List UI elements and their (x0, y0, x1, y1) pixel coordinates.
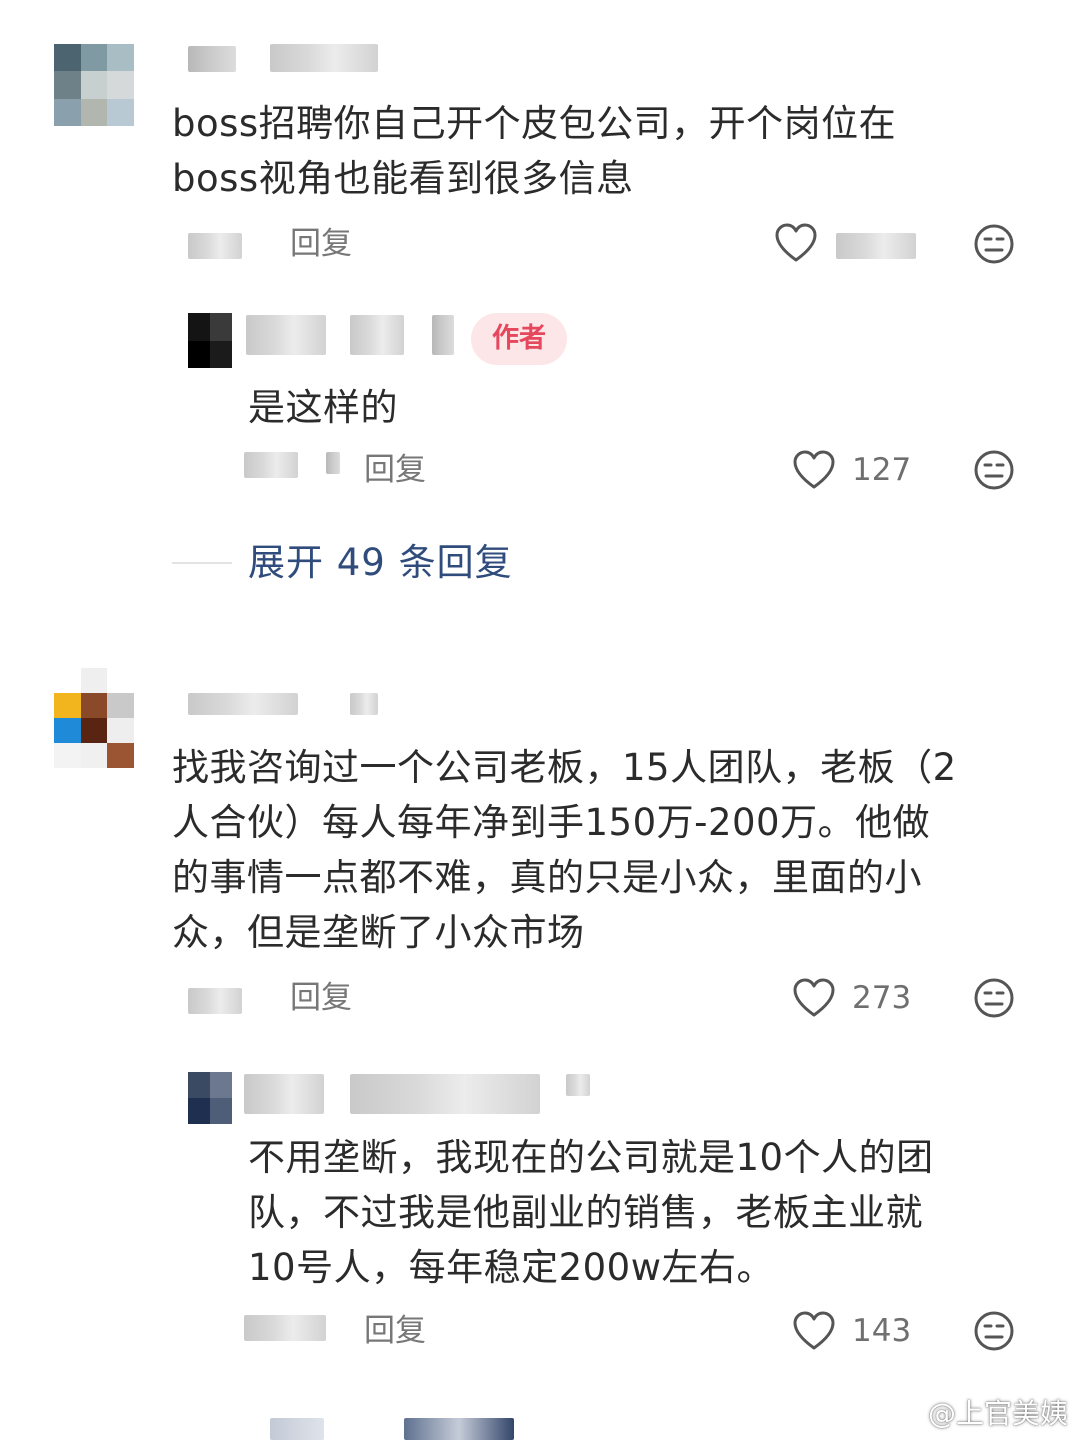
comment-text: 找我咨询过一个公司老板，15人团队，老板（2 人合伙）每人每年净到手150万-2… (172, 746, 957, 954)
avatar-blurred[interactable] (270, 1418, 324, 1440)
username-blurred[interactable] (188, 46, 236, 72)
like-button[interactable] (774, 222, 818, 264)
dislike-button[interactable] (972, 222, 1016, 266)
neutral-face-icon (974, 224, 1014, 264)
neutral-face-icon (974, 450, 1014, 490)
timestamp-blurred (188, 233, 242, 259)
reply-button[interactable]: 回复 (364, 450, 426, 490)
like-count: 273 (852, 980, 912, 1016)
like-button[interactable] (792, 1310, 836, 1352)
username-blurred[interactable] (404, 1418, 514, 1440)
timestamp-blurred (244, 1315, 326, 1341)
username-blurred[interactable] (350, 315, 404, 355)
heart-outline-icon (793, 978, 835, 1017)
avatar[interactable] (188, 313, 232, 368)
like-count: 143 (852, 1313, 912, 1349)
like-count-blurred (836, 233, 916, 259)
heart-outline-icon (793, 450, 835, 489)
heart-outline-icon (793, 1311, 835, 1350)
weibo-logo-icon (894, 1403, 924, 1427)
dislike-button[interactable] (972, 1309, 1016, 1353)
neutral-face-icon (974, 978, 1014, 1018)
username-blurred[interactable] (188, 693, 298, 715)
username-blurred[interactable] (350, 1074, 540, 1114)
like-button[interactable] (792, 449, 836, 491)
reply-button[interactable]: 回复 (290, 224, 352, 264)
avatar[interactable] (54, 44, 134, 126)
like-button[interactable] (792, 977, 836, 1019)
username-blurred[interactable] (566, 1074, 590, 1096)
avatar[interactable] (54, 668, 134, 768)
watermark: @上官美姨 (894, 1396, 1068, 1432)
timestamp-blurred (326, 452, 340, 474)
neutral-face-icon (974, 1311, 1014, 1351)
expand-replies-link[interactable]: 展开 49 条回复 (248, 538, 513, 588)
reply-button[interactable]: 回复 (364, 1311, 426, 1351)
timestamp-blurred (188, 988, 242, 1014)
username-blurred[interactable] (244, 1074, 324, 1114)
avatar[interactable] (188, 1072, 232, 1124)
dislike-button[interactable] (972, 448, 1016, 492)
username-blurred[interactable] (246, 315, 326, 355)
username-blurred[interactable] (270, 44, 378, 72)
timestamp-blurred (244, 452, 298, 478)
divider-line (172, 562, 232, 564)
heart-outline-icon (775, 223, 817, 262)
like-count: 127 (852, 452, 912, 488)
username-blurred[interactable] (350, 693, 378, 715)
reply-button[interactable]: 回复 (290, 978, 352, 1018)
reply-text: 不用垄断，我现在的公司就是10个人的团 队，不过我是他副业的销售，老板主业就 1… (248, 1136, 934, 1289)
reply-text: 是这样的 (248, 386, 398, 429)
dislike-button[interactable] (972, 976, 1016, 1020)
username-blurred[interactable] (432, 315, 454, 355)
author-badge: 作者 (471, 313, 567, 365)
watermark-text: @上官美姨 (927, 1397, 1068, 1430)
comment-text: boss招聘你自己开个皮包公司，开个岗位在 boss视角也能看到很多信息 (172, 102, 897, 200)
